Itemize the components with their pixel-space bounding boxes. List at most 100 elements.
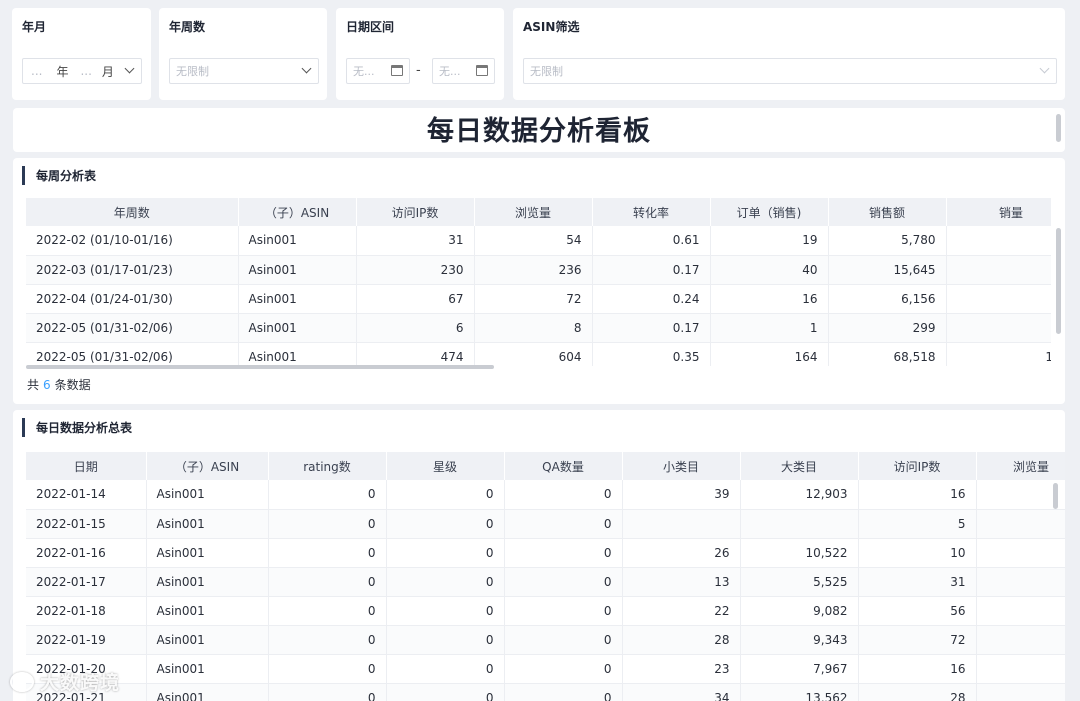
table-cell: 7,967 (740, 654, 859, 684)
column-header[interactable]: （子）ASIN (146, 452, 269, 480)
table-cell: 0.17 (592, 255, 711, 285)
table-cell: 68,518 (828, 342, 947, 366)
chevron-down-icon (1039, 63, 1050, 74)
table-cell: 34 (622, 683, 741, 701)
table-cell: 13 (622, 567, 741, 597)
column-header[interactable]: （子）ASIN (238, 198, 357, 226)
table-cell: Asin001 (146, 509, 269, 539)
table-cell: 2022-05 (01/31-02/06) (26, 313, 239, 343)
filter-label-year-month: 年月 (22, 20, 47, 34)
weekly-vscrollbar[interactable] (1056, 228, 1061, 334)
table-cell: 72 (474, 284, 593, 314)
table-row[interactable]: 2022-01-15 Asin001 0 0 0 5 (26, 509, 1065, 539)
column-header[interactable]: 转化率 (592, 198, 711, 226)
table-cell: 19 (710, 226, 829, 256)
column-header[interactable]: 大类目 (740, 452, 859, 480)
table-row[interactable]: 2022-05 (01/31-02/06) Asin001 474 604 0.35 16… (26, 342, 1051, 366)
table-cell: 31 (356, 226, 475, 256)
table-cell: 16 (858, 480, 977, 510)
daily-panel-title: 每日数据分析总表 (36, 421, 133, 435)
table-cell: 0 (268, 509, 387, 539)
table-cell: 40 (710, 255, 829, 285)
table-cell: 299 (828, 313, 947, 343)
table-row[interactable]: 2022-02 (01/10-01/16) Asin001 31 54 0.61 19 5,… (26, 226, 1051, 256)
total-count: 6 (43, 378, 51, 392)
table-cell: 13,562 (740, 683, 859, 701)
table-cell: 0 (386, 683, 505, 701)
table-cell: 2022-01-15 (26, 509, 147, 539)
column-header[interactable]: 访问IP数 (858, 452, 977, 480)
table-row[interactable]: 2022-04 (01/24-01/30) Asin001 67 72 0.24 16 6,… (26, 284, 1051, 314)
table-row[interactable]: 2022-01-21 Asin001 0 0 0 34 13,562 28 (26, 683, 1065, 701)
table-cell (976, 567, 1065, 597)
section-marker (22, 418, 25, 437)
weekly-hscrollbar[interactable] (26, 365, 494, 369)
table-cell: 2022-01-16 (26, 538, 147, 568)
table-cell: 2022-04 (01/24-01/30) (26, 284, 239, 314)
table-row[interactable]: 2022-01-19 Asin001 0 0 0 28 9,343 72 (26, 625, 1065, 655)
column-header[interactable]: QA数量 (504, 452, 623, 480)
table-cell: 9,343 (740, 625, 859, 655)
table-cell: 0 (268, 480, 387, 510)
table-row[interactable]: 2022-01-20 Asin001 0 0 0 23 7,967 16 (26, 654, 1065, 684)
date-end-input[interactable]: 无... (432, 58, 495, 84)
table-cell (976, 509, 1065, 539)
date-end-value: 无... (439, 65, 461, 78)
table-cell: 0 (504, 567, 623, 597)
column-header[interactable]: 浏览量 (976, 452, 1065, 480)
daily-vscrollbar[interactable] (1053, 483, 1058, 509)
column-header[interactable]: 年周数 (26, 198, 239, 226)
table-cell: Asin001 (238, 313, 357, 343)
table-cell: 28 (858, 683, 977, 701)
weekly-panel-title: 每周分析表 (36, 169, 97, 183)
table-cell: ! (946, 313, 1051, 343)
table-row[interactable]: 2022-01-16 Asin001 0 0 0 26 10,522 10 (26, 538, 1065, 568)
table-cell (976, 625, 1065, 655)
column-header[interactable]: 星级 (386, 452, 505, 480)
table-cell: 5 (858, 509, 977, 539)
daily-header-row: 日期 （子）ASIN rating数 星级 QA数量 小类目 大类目 访问IP数 浏览量 (26, 452, 1065, 480)
table-row[interactable]: 2022-01-14 Asin001 0 0 0 39 12,903 16 (26, 480, 1065, 510)
column-header[interactable]: rating数 (268, 452, 387, 480)
table-cell: 6 (356, 313, 475, 343)
daily-table-wrap: 日期 （子）ASIN rating数 星级 QA数量 小类目 大类目 访问IP数 浏览量 202… (26, 452, 1065, 701)
column-header[interactable]: 销量 (946, 198, 1051, 226)
table-cell: Asin001 (146, 625, 269, 655)
table-cell: 604 (474, 342, 593, 366)
table-cell: 2022-01-19 (26, 625, 147, 655)
asin-select[interactable]: 无限制 (523, 58, 1057, 84)
table-row[interactable]: 2022-01-18 Asin001 0 0 0 22 9,082 56 (26, 596, 1065, 626)
table-cell: Asin001 (146, 567, 269, 597)
table-cell: Asin001 (238, 284, 357, 314)
table-cell: Asin001 (146, 654, 269, 684)
column-header[interactable]: 订单（销售) (710, 198, 829, 226)
table-cell: 2( (946, 226, 1051, 256)
column-header[interactable]: 访问IP数 (356, 198, 475, 226)
table-row[interactable]: 2022-05 (01/31-02/06)Asin001680.171299! (26, 313, 1051, 343)
title-scrollbar[interactable] (1056, 114, 1061, 142)
table-cell: 0 (504, 625, 623, 655)
date-start-input[interactable]: 无... (346, 58, 410, 84)
dashboard-title-bar: 每日数据分析看板 (13, 108, 1065, 152)
table-cell: 474 (356, 342, 475, 366)
table-cell: 10,522 (740, 538, 859, 568)
watermark-text: 大数跨境 (40, 672, 121, 694)
year-placeholder: ... (31, 64, 43, 78)
weekly-total: 共 6 条数据 (27, 376, 91, 393)
year-week-select[interactable]: 无限制 (169, 58, 319, 84)
column-header[interactable]: 销售额 (828, 198, 947, 226)
column-header[interactable]: 日期 (26, 452, 147, 480)
table-cell: 17! (946, 342, 1051, 366)
year-month-select[interactable]: ... 年 ... 月 (22, 58, 142, 84)
table-cell: 67 (356, 284, 475, 314)
table-cell: 2022-03 (01/17-01/23) (26, 255, 239, 285)
column-header[interactable]: 浏览量 (474, 198, 593, 226)
table-cell: 0 (386, 596, 505, 626)
table-row[interactable]: 2022-01-17 Asin001 0 0 0 13 5,525 31 (26, 567, 1065, 597)
daily-panel: 每日数据分析总表 日期 （子）ASIN rating数 星级 QA数量 小类目 大类目 访问I… (13, 410, 1065, 701)
daily-panel-header: 每日数据分析总表 (22, 418, 132, 437)
table-cell: 0 (268, 538, 387, 568)
table-row[interactable]: 2022-03 (01/17-01/23) Asin001 230 236 0.17 40… (26, 255, 1051, 285)
filter-label-date-range: 日期区间 (346, 20, 395, 34)
column-header[interactable]: 小类目 (622, 452, 741, 480)
